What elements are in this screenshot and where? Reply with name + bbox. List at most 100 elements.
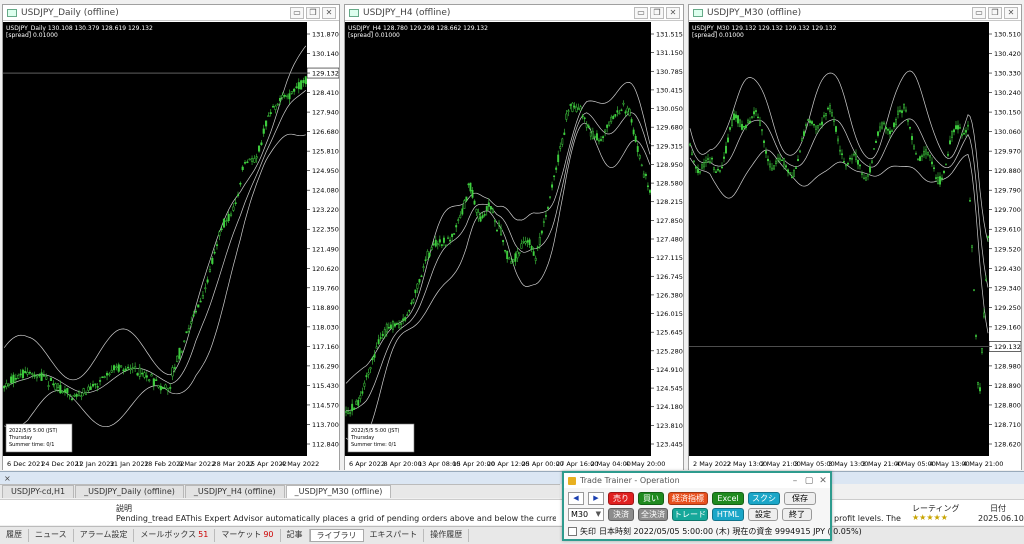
close-button[interactable]: ✕ (1004, 6, 1018, 19)
y-tick-label: 114.570 (312, 401, 339, 409)
candle-body (131, 367, 134, 369)
x-tick-label: 2 May 2022 (693, 460, 731, 468)
trainer-button[interactable]: スクショ (748, 492, 780, 515)
chart-titlebar[interactable]: USDJPY_Daily (offline) ▭ ❐ ✕ (3, 5, 339, 21)
toolbox-tab[interactable]: 記事 (281, 529, 310, 542)
candle-body (363, 382, 366, 387)
maximize-button[interactable]: ❐ (650, 6, 664, 19)
minimize-button[interactable]: ▭ (972, 6, 986, 19)
candle-body (169, 387, 172, 389)
price-chart[interactable]: 130.510 130.420 130.330 130.240 130.150 130.0… (689, 22, 1021, 470)
candle-body (243, 162, 247, 164)
candle-body (371, 357, 374, 361)
next-bar-button[interactable]: ▶ (588, 492, 604, 505)
prev-bar-button[interactable]: ◀ (568, 492, 584, 505)
candle-body (355, 400, 358, 405)
candle-body (232, 206, 235, 211)
candle-body (491, 208, 494, 214)
chart-titlebar[interactable]: USDJPY_M30 (offline) ▭ ❐ ✕ (689, 5, 1021, 21)
y-tick-label: 120.620 (312, 265, 339, 273)
candle-body (524, 241, 527, 244)
candle-body (424, 259, 427, 262)
y-tick-label: 124.180 (656, 403, 683, 411)
trainer-button[interactable]: 設定 (748, 508, 778, 521)
candle-body (253, 158, 256, 163)
close-icon[interactable]: × (4, 474, 11, 483)
candle-body (375, 346, 378, 349)
trainer-button[interactable]: 全決済 (638, 508, 668, 521)
chart-window-daily[interactable]: USDJPY_Daily (offline) ▭ ❐ ✕ 131.870 130.… (2, 4, 340, 470)
candle-body (561, 138, 564, 145)
candle-body (518, 252, 521, 254)
maximize-button[interactable]: ❐ (306, 6, 320, 19)
close-button[interactable]: ✕ (816, 476, 830, 486)
arrow-checkbox[interactable] (568, 527, 577, 536)
chart-tab[interactable]: USDJPY-cd,H1 (2, 485, 75, 498)
toolbox-tab[interactable]: ニュース (29, 529, 74, 542)
candle-body (300, 80, 303, 90)
price-chart[interactable]: 131.870 130.140 129.132 128.410 127.940 126.6… (3, 22, 339, 470)
trainer-button[interactable]: HTML (712, 508, 744, 521)
toolbox-tab[interactable]: ライブラリ (309, 529, 364, 542)
candle-body (547, 207, 549, 209)
trade-trainer-dialog[interactable]: Trade Trainer - Operation – ▢ ✕ ◀ ▶ 売り 買い… (562, 471, 862, 541)
candle-body (115, 366, 118, 369)
candle-body (496, 229, 498, 232)
toolbox-tab[interactable]: メールボックス 51 (134, 529, 216, 542)
minimize-button[interactable]: ▭ (290, 6, 304, 19)
candle-body (512, 259, 515, 262)
chart-tab[interactable]: _USDJPY_Daily (offline) (75, 485, 184, 498)
trainer-button[interactable]: 買い (638, 492, 664, 505)
library-row[interactable]: Pending_tread EAThis Expert Advisor auto… (0, 513, 1024, 525)
y-tick-label: 117.160 (312, 343, 339, 351)
chart-window-h4[interactable]: USDJPY_H4 (offline) ▭ ❐ ✕ 131.515 131.150… (344, 4, 684, 470)
trainer-button[interactable]: 終了 (782, 508, 812, 521)
candle-body (947, 154, 949, 156)
candle-body (269, 112, 272, 115)
minimize-button[interactable]: ▭ (634, 6, 648, 19)
candle-body (626, 107, 629, 113)
candle-body (913, 145, 915, 150)
candle-body (951, 131, 953, 138)
candle-body (865, 177, 867, 181)
toolbox-tab[interactable]: 操作履歴 (424, 529, 470, 542)
toolbox-tab[interactable]: 履歴 (0, 529, 29, 542)
trainer-button[interactable]: Excel (712, 492, 744, 505)
toolbox-tab[interactable]: エキスパート (364, 529, 425, 542)
timeframe-select[interactable]: M30 ▼ (568, 508, 604, 521)
candle-body (59, 384, 62, 394)
candle-body (825, 113, 827, 116)
candle-body (747, 119, 749, 124)
trainer-button[interactable]: 決済 (608, 508, 634, 521)
candle-body (773, 165, 775, 170)
trainer-button[interactable]: トレード (672, 508, 708, 521)
candle-body (447, 237, 449, 240)
maximize-button[interactable]: ❐ (988, 6, 1002, 19)
close-button[interactable]: ✕ (666, 6, 680, 19)
toolbox-tab[interactable]: アラーム設定 (74, 529, 135, 542)
minimize-button[interactable]: – (788, 476, 802, 486)
candle-body (763, 140, 765, 143)
chart-tab[interactable]: _USDJPY_H4 (offline) (184, 485, 285, 498)
close-button[interactable]: ✕ (322, 6, 336, 19)
toolbox-tab[interactable]: マーケット 90 (215, 529, 281, 542)
toolbox-tab-label: ライブラリ (316, 531, 357, 540)
chart-window-m30[interactable]: USDJPY_M30 (offline) ▭ ❐ ✕ 130.510 130.42… (688, 4, 1022, 470)
candle-body (907, 119, 909, 122)
trainer-button[interactable]: 売り (608, 492, 634, 505)
trainer-button[interactable]: 経済指標 (668, 492, 708, 505)
candle-body (935, 177, 937, 179)
y-tick-label: 130.140 (312, 50, 339, 58)
chart-icon (693, 8, 703, 17)
candle-body (821, 121, 823, 125)
chart-tab[interactable]: _USDJPY_M30 (offline) (285, 485, 392, 498)
chart-titlebar[interactable]: USDJPY_H4 (offline) ▭ ❐ ✕ (345, 5, 683, 21)
maximize-button[interactable]: ▢ (802, 476, 816, 486)
candle-body (881, 122, 883, 129)
price-chart[interactable]: 131.515 131.150 130.785 130.415 130.050 129.6… (345, 22, 683, 470)
candle-body (847, 163, 849, 165)
trainer-titlebar[interactable]: Trade Trainer - Operation – ▢ ✕ (564, 473, 830, 488)
candle-body (953, 129, 955, 133)
trainer-button[interactable]: 保存 (784, 492, 816, 505)
candle-body (47, 385, 50, 387)
